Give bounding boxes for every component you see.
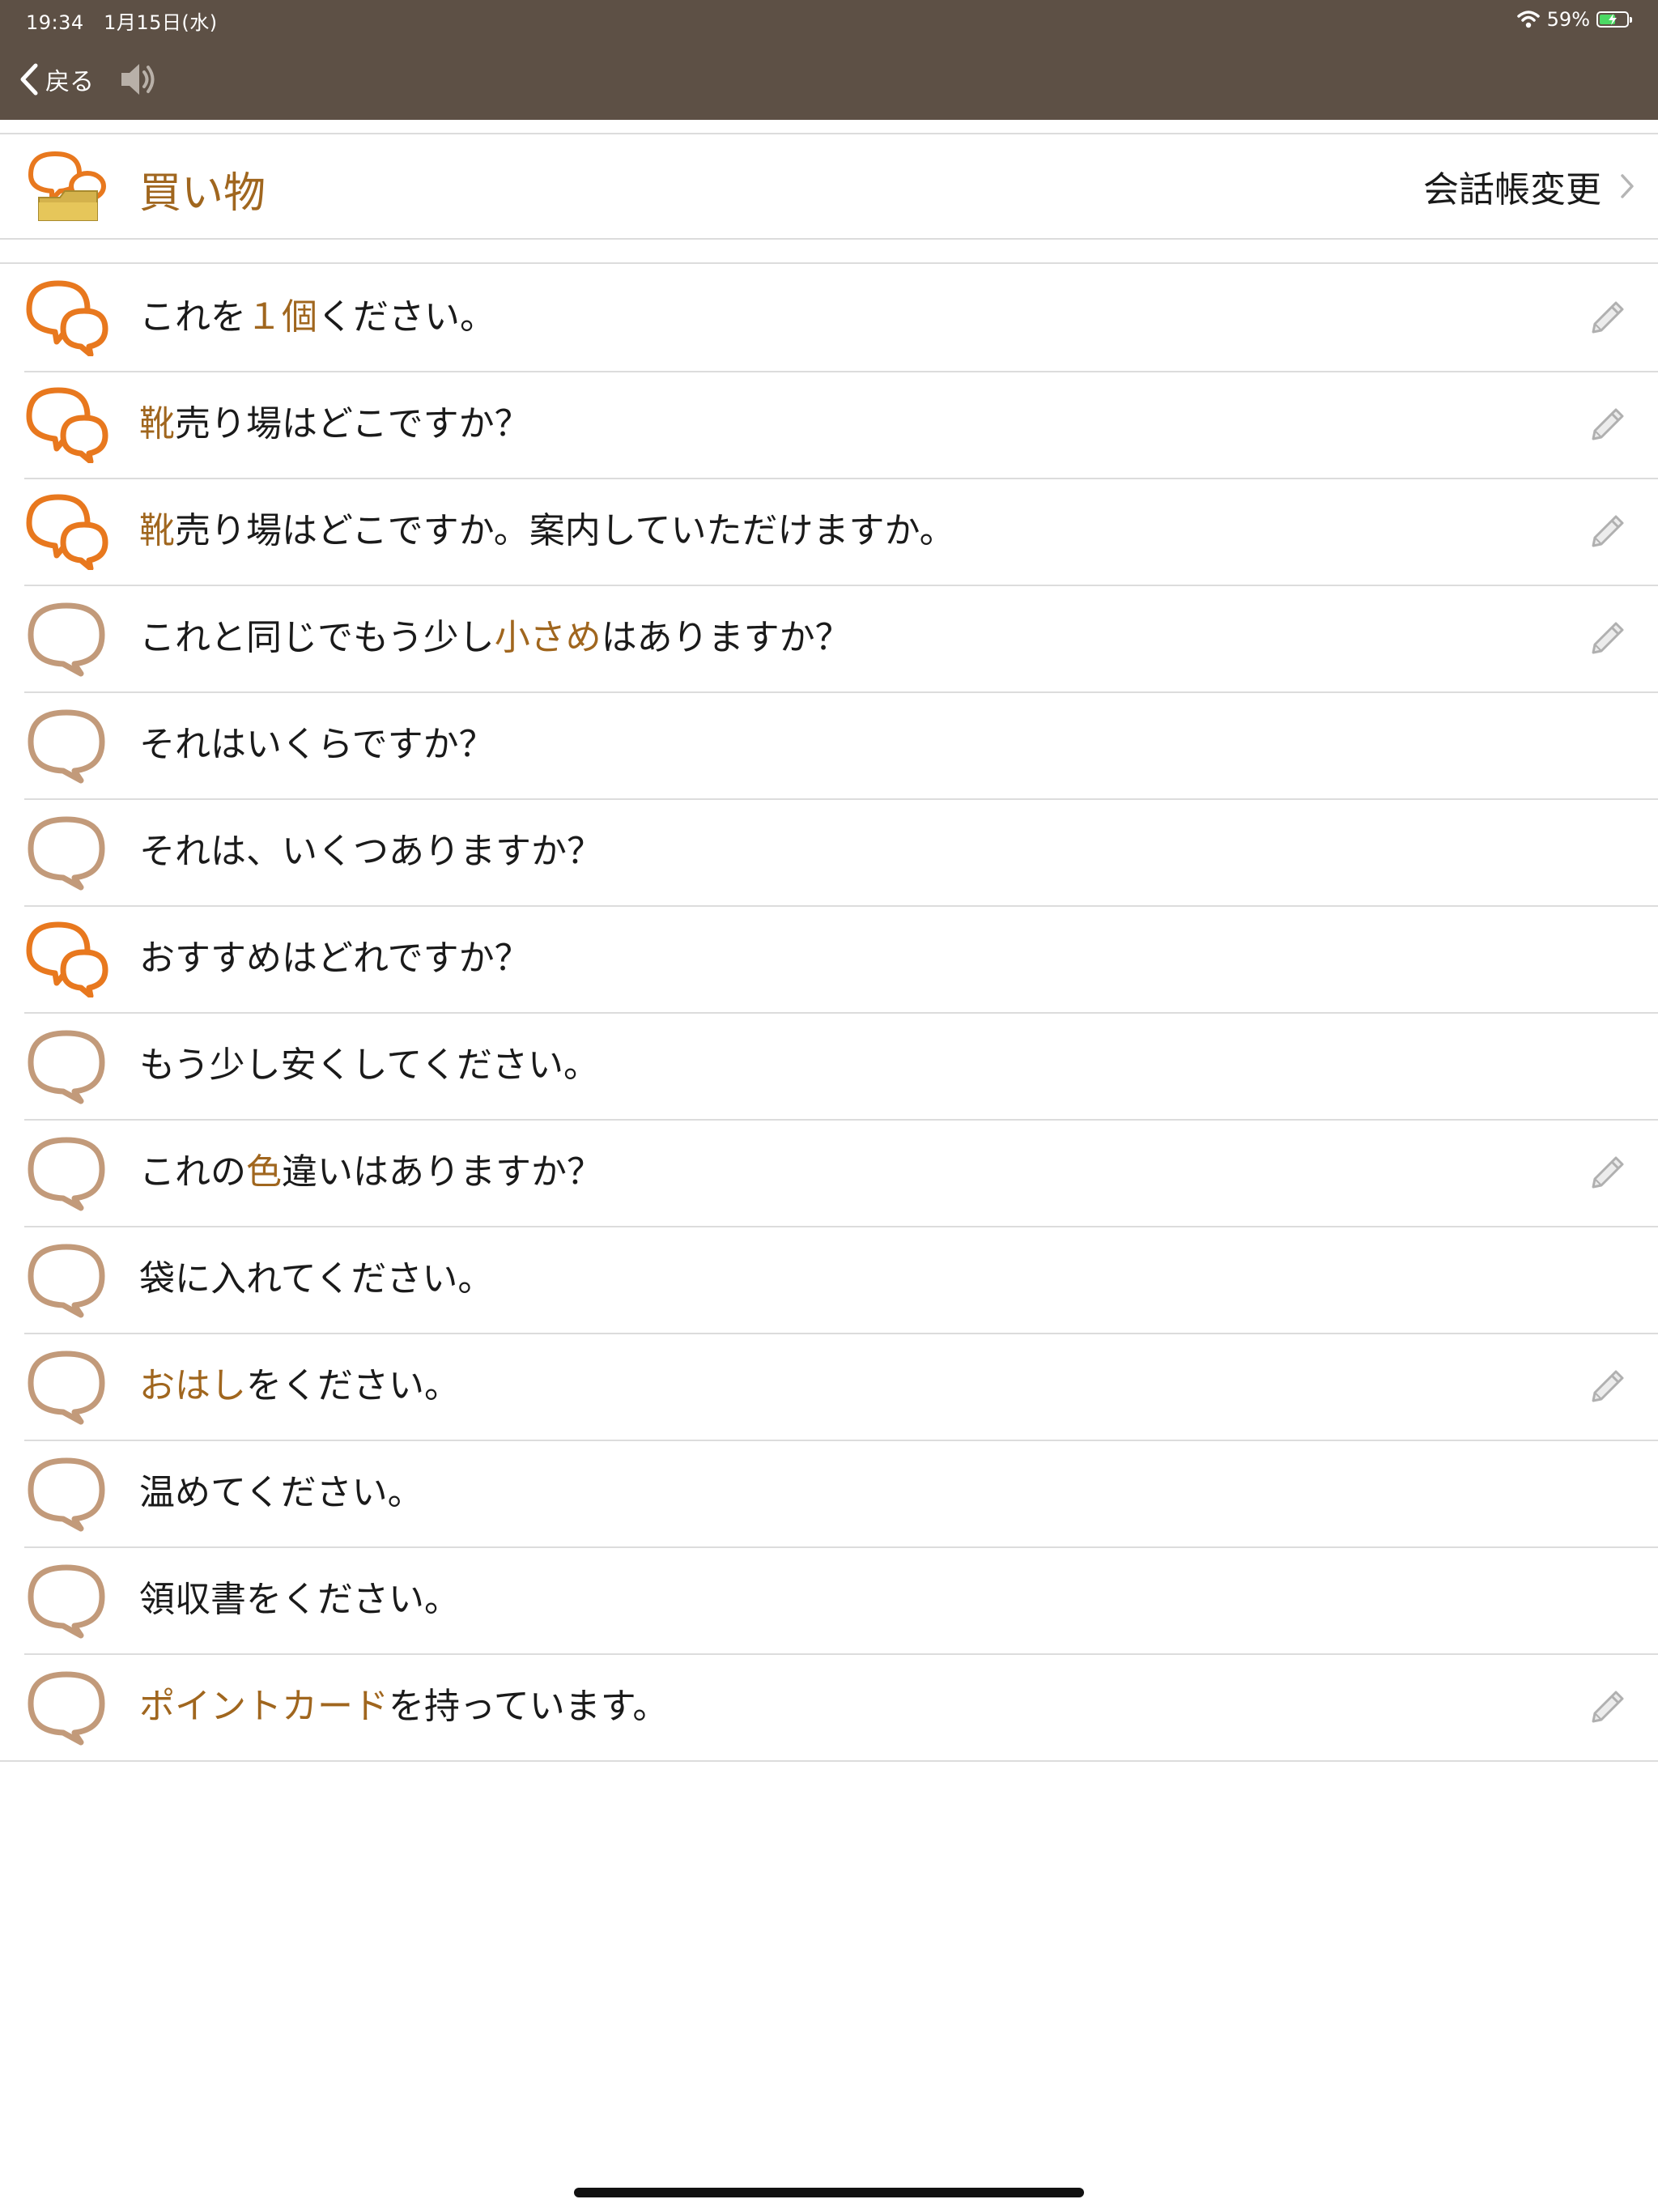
double-speech-bubble-icon xyxy=(26,494,108,570)
phrase-text: おすすめはどれですか？ xyxy=(139,905,530,1012)
phrase-pre: これの xyxy=(139,1151,246,1193)
phrase-pre: それはいくらですか？ xyxy=(139,724,495,765)
folder-chat-icon xyxy=(28,151,106,221)
speech-bubble-icon xyxy=(28,816,105,891)
phrase-post: をください。 xyxy=(246,1365,460,1406)
phrase-post: 違いはありますか？ xyxy=(282,1151,602,1193)
phrase-keyword: 靴 xyxy=(139,510,175,551)
phrase-post: はありますか？ xyxy=(601,617,851,658)
speech-bubble-icon xyxy=(28,1137,105,1211)
phrase-row[interactable]: これの色違いはありますか？ xyxy=(0,1119,1658,1226)
phrase-text: これと同じでもう少し小さめはありますか？ xyxy=(139,585,851,691)
phrase-pre: それは、いくつありますか？ xyxy=(139,831,602,872)
phrase-keyword: １個 xyxy=(246,296,317,338)
phrase-row[interactable]: 靴売り場はどこですか？ xyxy=(0,371,1658,478)
phrase-text: これを１個ください。 xyxy=(139,264,495,371)
phrase-pre: おすすめはどれですか？ xyxy=(139,938,530,979)
phrase-pre: 領収書をください。 xyxy=(139,1579,460,1620)
pencil-icon[interactable] xyxy=(1587,405,1627,445)
speech-bubble-icon xyxy=(28,1351,105,1425)
phrase-pre: 温めてください。 xyxy=(139,1472,423,1513)
pencil-icon[interactable] xyxy=(1587,619,1627,659)
phrase-row[interactable]: ポイントカードを持っています。 xyxy=(0,1653,1658,1760)
phrase-text: 温めてください。 xyxy=(139,1440,423,1546)
wifi-icon xyxy=(1516,11,1540,28)
phrase-pre: もう少し安くしてください。 xyxy=(139,1044,600,1086)
phrase-row[interactable]: もう少し安くしてください。 xyxy=(0,1012,1658,1119)
status-date: 1月15日(水) xyxy=(104,11,218,34)
phrase-row[interactable]: 袋に入れてください。 xyxy=(0,1226,1658,1333)
speaker-button[interactable] xyxy=(117,58,159,100)
back-button-label: 戻る xyxy=(45,68,94,96)
top-bar: 19:34 1月15日(水) 59% 戻る xyxy=(0,0,1658,120)
phrase-pre: 袋に入れてください。 xyxy=(139,1258,494,1300)
speech-bubble-icon xyxy=(28,1030,105,1104)
phrase-text: ポイントカードを持っています。 xyxy=(139,1653,668,1760)
phrase-text: 靴売り場はどこですか？ xyxy=(139,371,530,478)
pencil-icon[interactable] xyxy=(1587,1687,1627,1728)
phrase-text: これの色違いはありますか？ xyxy=(139,1119,602,1226)
speech-bubble-icon xyxy=(28,1564,105,1639)
phrase-keyword: おはし xyxy=(139,1365,246,1406)
double-speech-bubble-icon xyxy=(26,387,108,463)
phrase-pre: これを xyxy=(139,296,246,338)
phrase-row[interactable]: それはいくらですか？ xyxy=(0,691,1658,798)
phrase-post: を持っています。 xyxy=(389,1686,669,1727)
chevron-left-icon xyxy=(20,63,38,96)
phrase-row[interactable]: おはしをください。 xyxy=(0,1333,1658,1440)
category-header: 買い物 会話帳変更 xyxy=(0,133,1658,240)
phrase-post: 売り場はどこですか？ xyxy=(175,403,530,445)
speech-bubble-icon xyxy=(28,709,105,784)
phrase-text: もう少し安くしてください。 xyxy=(139,1012,599,1119)
phrase-row[interactable]: これと同じでもう少し小さめはありますか？ xyxy=(0,585,1658,691)
home-indicator xyxy=(574,2188,1084,2197)
phrase-keyword: 色 xyxy=(246,1151,282,1193)
pencil-icon[interactable] xyxy=(1587,1367,1627,1407)
phrase-pre: これと同じでもう少し xyxy=(139,617,495,658)
speech-bubble-icon xyxy=(28,1671,105,1746)
speech-bubble-icon xyxy=(28,1457,105,1532)
back-button[interactable]: 戻る xyxy=(18,58,94,100)
speaker-icon xyxy=(121,64,155,95)
pencil-icon[interactable] xyxy=(1587,1153,1627,1193)
change-phrasebook-label: 会話帳変更 xyxy=(1423,169,1601,211)
speech-bubble-icon xyxy=(28,1244,105,1318)
pencil-icon[interactable] xyxy=(1587,512,1627,552)
double-speech-bubble-icon xyxy=(26,921,108,998)
battery-charging-icon xyxy=(1596,11,1632,28)
phrase-row[interactable]: 靴売り場はどこですか。案内していただけますか。 xyxy=(0,478,1658,585)
pencil-icon[interactable] xyxy=(1587,298,1627,338)
phrase-row[interactable]: 領収書をください。 xyxy=(0,1546,1658,1653)
phrase-row[interactable]: おすすめはどれですか？ xyxy=(0,905,1658,1012)
phrase-post: 売り場はどこですか。案内していただけますか。 xyxy=(175,510,955,551)
phrase-row[interactable]: 温めてください。 xyxy=(0,1440,1658,1546)
battery-percent: 59% xyxy=(1546,8,1590,31)
phrase-text: おはしをください。 xyxy=(139,1333,460,1440)
phrase-keyword: 小さめ xyxy=(494,617,602,658)
phrase-text: それは、いくつありますか？ xyxy=(139,798,602,905)
phrase-post: ください。 xyxy=(317,296,495,338)
phrase-text: 靴売り場はどこですか。案内していただけますか。 xyxy=(139,478,955,585)
phrase-text: 領収書をください。 xyxy=(139,1546,460,1653)
phrase-keyword: ポイントカード xyxy=(139,1686,389,1727)
phrase-row[interactable]: それは、いくつありますか？ xyxy=(0,798,1658,905)
phrase-keyword: 靴 xyxy=(139,403,175,445)
status-indicators: 59% xyxy=(1516,6,1632,32)
status-time: 19:34 xyxy=(26,11,84,34)
phrase-list: これを１個ください。 靴売り場はどこですか？ 靴売り場はどこですか。案内していただけ… xyxy=(0,262,1658,1762)
double-speech-bubble-icon xyxy=(26,280,108,356)
category-title: 買い物 xyxy=(139,169,266,218)
phrase-text: それはいくらですか？ xyxy=(139,691,495,798)
speech-bubble-icon xyxy=(28,602,105,677)
change-phrasebook-button[interactable]: 会話帳変更 xyxy=(1423,152,1635,220)
phrase-row[interactable]: これを１個ください。 xyxy=(0,264,1658,371)
phrase-text: 袋に入れてください。 xyxy=(139,1226,493,1333)
chevron-right-icon xyxy=(1621,174,1634,198)
status-time-date: 19:34 1月15日(水) xyxy=(26,6,218,35)
